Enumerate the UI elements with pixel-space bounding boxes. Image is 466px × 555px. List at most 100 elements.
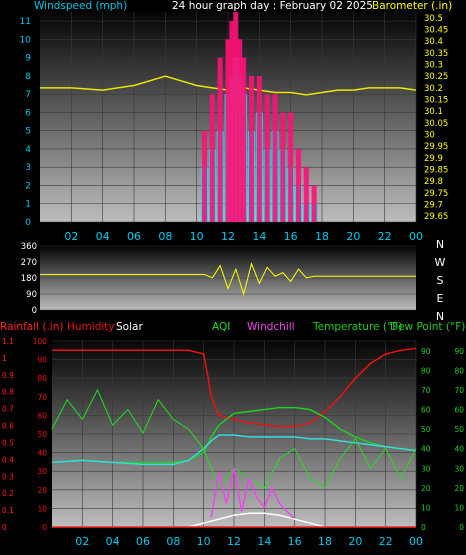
gust-bar [311,185,317,222]
rain-tick-label: 0.2 [2,489,14,498]
barometer-tick-label: 30.35 [424,49,448,59]
windspeed-tick-label: 3 [25,163,31,173]
dewpoint-tick-label: 30 [454,464,464,473]
humidity-tick-label: 70 [37,393,47,402]
temp-x-tick-label: 08 [166,535,180,548]
barometer-tick-label: 29.65 [424,212,448,222]
wind-x-tick-label: 10 [190,230,204,243]
temp-x-tick-label: 02 [75,535,89,548]
dewpoint-tick-label: 10 [454,503,464,512]
compass-label: W [435,256,446,269]
direction-degree-label: 0 [32,306,37,316]
humidity-tick-label: 50 [37,430,47,439]
temperature-tick-label: 40 [421,445,431,454]
humidity-tick-label: 10 [37,504,47,513]
temperature-tick-label: 60 [421,406,431,415]
rain-tick-label: 0.8 [2,388,14,397]
direction-degree-label: 90 [26,290,37,300]
humidity-tick-label: 100 [33,337,48,346]
gust-bar [217,57,223,222]
barometer-tick-label: 30.5 [424,14,443,24]
windspeed-tick-label: 8 [25,72,31,82]
humidity-tick-label: 60 [37,411,47,420]
windspeed-tick-label: 2 [25,181,31,191]
windspeed-tick-label: 10 [20,35,32,45]
temp-x-tick-label: 16 [288,535,302,548]
wind-x-tick-label: 22 [378,230,392,243]
temp-x-tick-label: 10 [197,535,211,548]
legend-label: Temperature (°F) [312,321,402,333]
barometer-axis-ticks: 29.6529.7 29.75 29.829.85 29.9 29.9530 30.05 3… [424,14,448,222]
wind-x-tick-label: 06 [127,230,141,243]
rain-tick-label: 0.1 [2,506,14,515]
temp-left-axis-ticks: 0 10 20 30 40 50 60 70 80 90 100 0 0.1 0.2 0.3 0.4 0.5 0.… [2,337,47,532]
wind-x-tick-label: 20 [346,230,360,243]
barometer-tick-label: 30.1 [424,107,443,117]
barometer-tick-label: 29.8 [424,177,443,187]
windspeed-tick-label: 11 [20,17,31,27]
humidity-tick-label: 20 [37,486,47,495]
direction-degree-ticks: 360 270 180 90 0 [21,242,37,316]
temperature-tick-label: 20 [421,484,431,493]
wind-x-tick-label: 16 [284,230,298,243]
windspeed-tick-label: 9 [25,54,31,64]
windspeed-tick-label: 4 [25,145,31,155]
gust-bar [288,112,294,222]
gust-bar [241,57,247,222]
gust-bar [280,112,286,222]
windspeed-tick-label: 0 [25,218,31,228]
dewpoint-tick-label: 60 [454,406,464,415]
rain-tick-label: 0.6 [2,422,14,431]
humidity-tick-label: 80 [37,374,47,383]
gust-bar [303,167,309,222]
rain-tick-label: 0.5 [2,438,14,447]
barometer-tick-label: 30.2 [424,84,443,94]
temp-x-tick-label: 04 [106,535,120,548]
barometer-tick-label: 29.75 [424,189,448,199]
wind-barometer-panel: Windspeed (mph) 24 hour graph day : Febr… [20,0,453,243]
barometer-tick-label: 29.95 [424,142,448,152]
dewpoint-tick-label: 50 [454,425,464,434]
temp-x-tick-label: 18 [318,535,332,548]
barometer-tick-label: 30.3 [424,61,443,71]
temperature-tick-label: 50 [421,425,431,434]
rain-tick-label: 0.7 [2,405,14,414]
temperature-humidity-panel: Rainfall (.in) Humidity Solar AQI Windchill T… [0,321,465,548]
wind-x-tick-label: 04 [96,230,110,243]
barometer-tick-label: 29.85 [424,166,448,176]
temperature-tick-label: 90 [421,347,431,356]
temp-x-tick-label: 12 [227,535,241,548]
compass-label: S [437,274,444,287]
wind-x-tick-label: 18 [315,230,329,243]
legend-label: Rainfall (.in) [0,321,63,333]
rain-tick-label: 1.1 [2,337,14,346]
dewpoint-tick-label: 70 [454,386,464,395]
temp-right-axis-ticks: 0 10 20 30 40 50 60 70 80 90 0 10 20 30 40 50 60 70 80 90 [421,347,464,532]
rain-tick-label: 0.4 [2,455,14,464]
barometer-tick-label: 30.15 [424,96,448,106]
barometer-tick-label: 30.4 [424,37,443,47]
direction-compass-ticks: NWSEN [435,238,446,323]
temp-x-tick-label: 20 [348,535,362,548]
legend-label: Solar [116,321,143,333]
humidity-tick-label: 90 [37,356,47,365]
gust-bar [256,75,262,222]
temp-x-tick-label: 00 [409,535,423,548]
direction-degree-label: 270 [21,258,37,268]
humidity-tick-label: 40 [37,449,47,458]
windspeed-tick-label: 1 [25,200,31,210]
legend-label: Windchill [247,321,295,333]
legend-label: Humidity [67,321,115,333]
windspeed-tick-label: 6 [25,108,31,118]
weather-graphs: Windspeed (mph) 24 hour graph day : Febr… [0,0,465,548]
temp-x-axis-labels: 02 04 06 08 10 12 14 16 18 20 22 00 [75,535,423,548]
windspeed-axis-ticks: 0 1 2 3 4 5 6 7 8 9 10 11 [20,17,32,228]
temperature-tick-label: 30 [421,464,431,473]
gust-bar [202,130,207,222]
dewpoint-tick-label: 0 [459,523,464,532]
rain-tick-label: 0.3 [2,472,14,481]
wind-x-tick-label: 00 [409,230,423,243]
temperature-tick-label: 0 [421,523,426,532]
compass-label: E [437,292,444,305]
barometer-axis-title: Barometer (.in) [372,0,452,12]
